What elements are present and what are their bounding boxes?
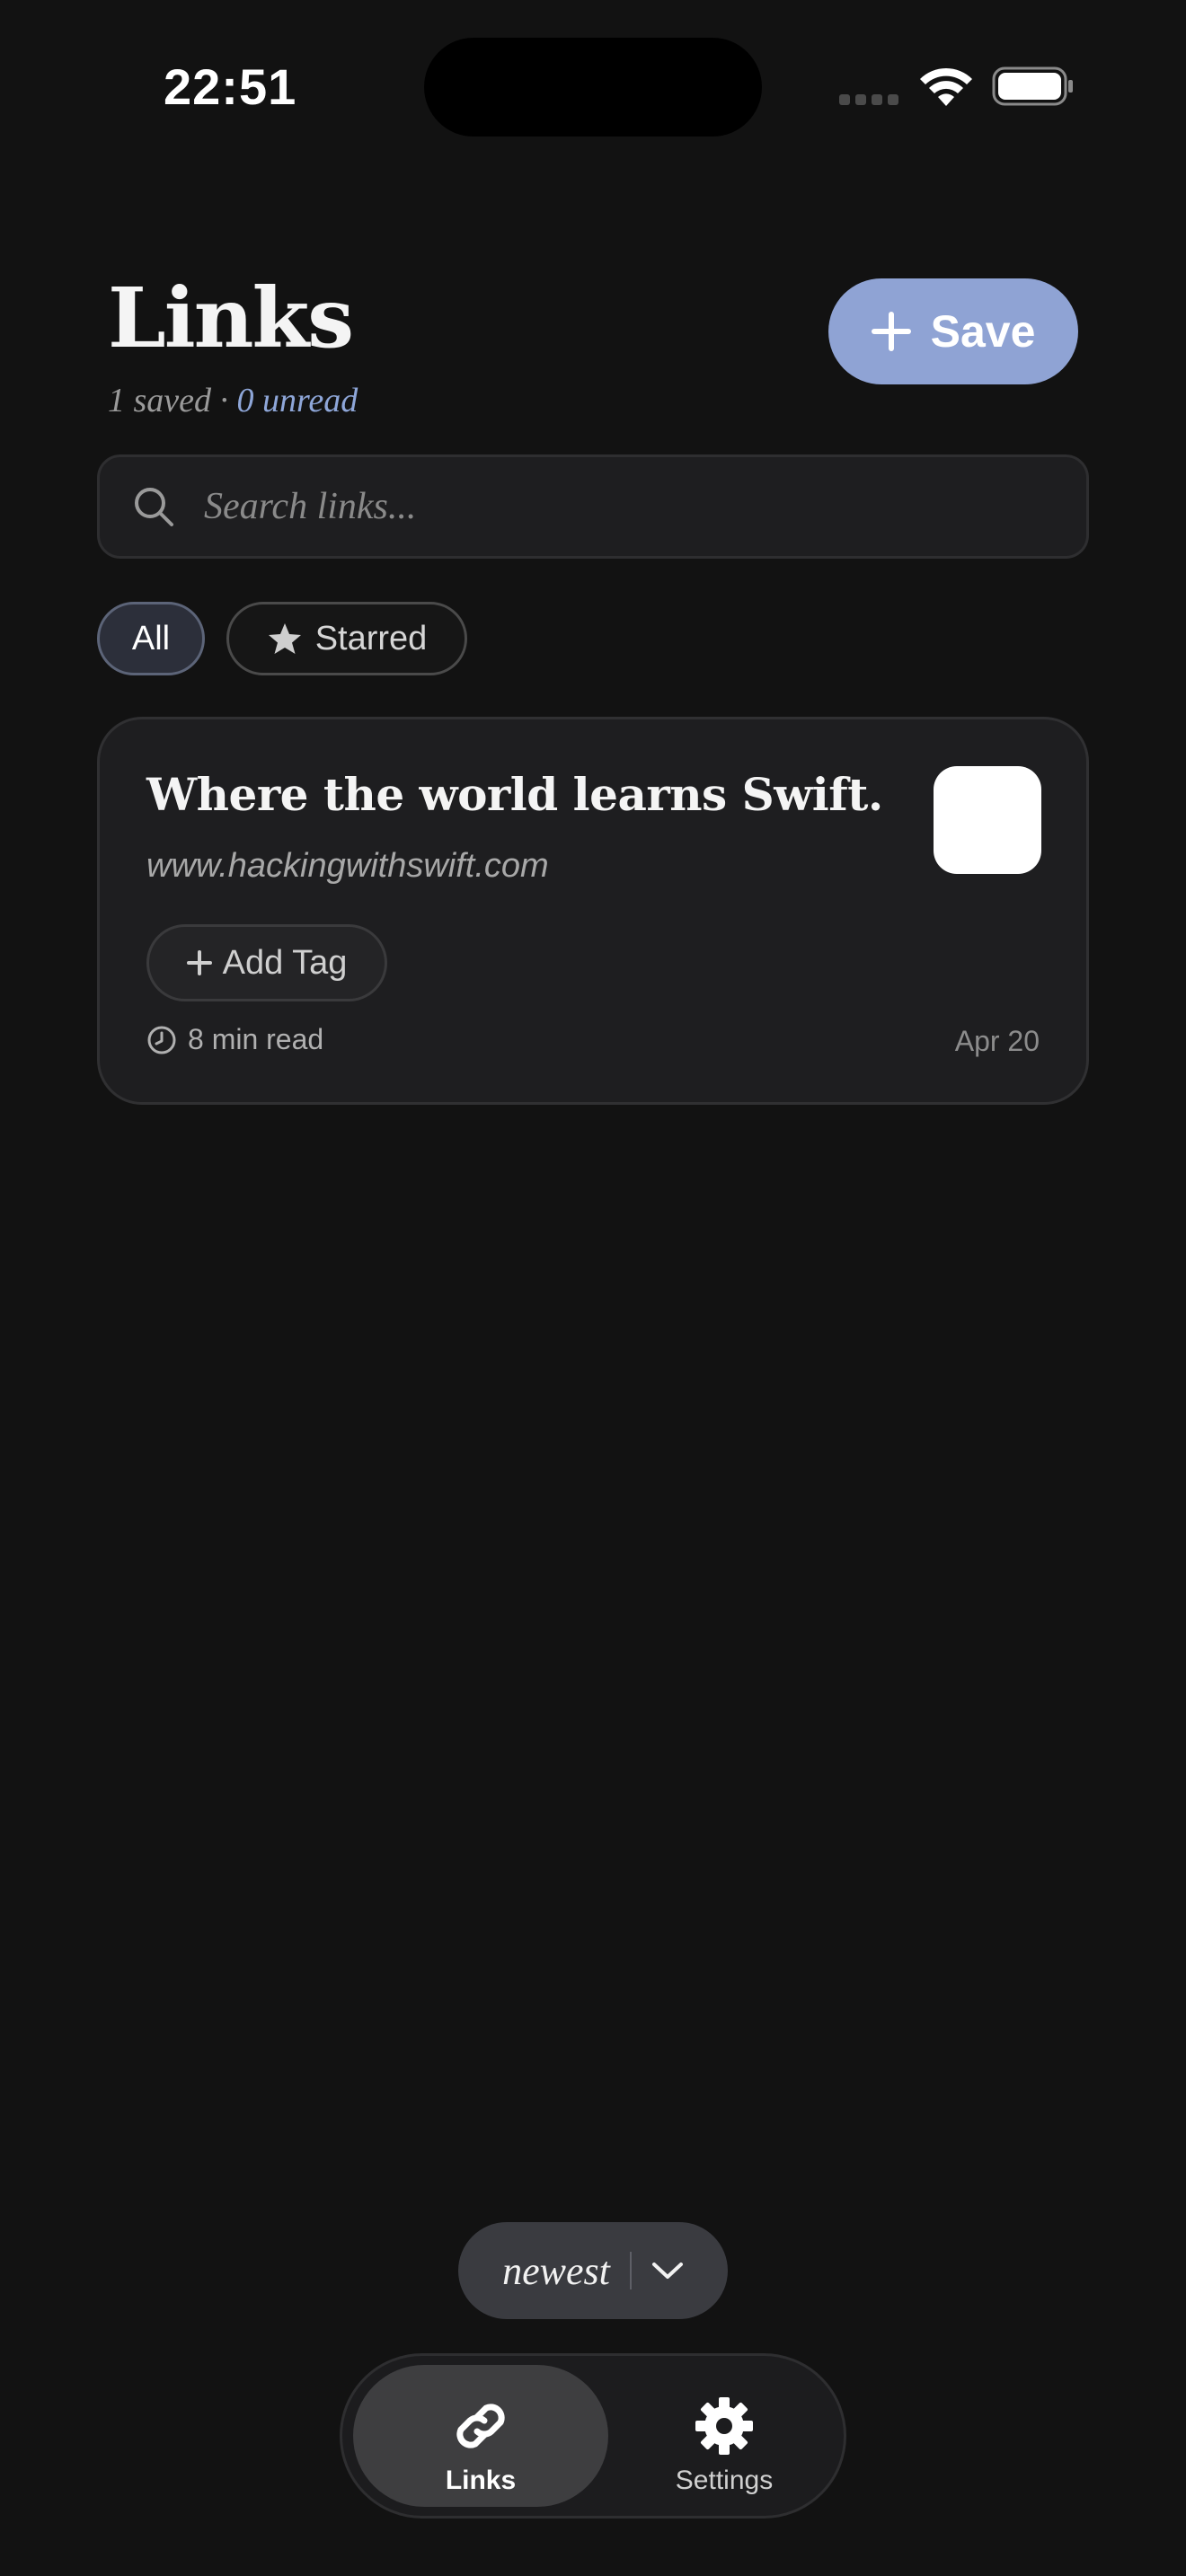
gear-icon bbox=[695, 2397, 753, 2455]
save-button-label: Save bbox=[930, 306, 1036, 357]
save-link-button[interactable]: Save bbox=[828, 278, 1078, 384]
link-card[interactable]: Where the world learns Swift. www.hackin… bbox=[97, 717, 1089, 1105]
link-url: www.hackingwithswift.com bbox=[146, 847, 549, 885]
battery-icon bbox=[992, 66, 1073, 106]
link-icon bbox=[456, 2404, 505, 2448]
star-icon bbox=[268, 623, 301, 654]
filter-all-chip[interactable]: All bbox=[97, 602, 205, 675]
read-time: 8 min read bbox=[146, 1023, 323, 1056]
page-title: Links bbox=[108, 269, 354, 366]
sort-divider bbox=[629, 2252, 632, 2289]
plus-icon bbox=[871, 312, 911, 351]
link-date: Apr 20 bbox=[954, 1025, 1040, 1057]
filter-starred-label: Starred bbox=[314, 619, 428, 657]
filter-all-label: All bbox=[131, 619, 171, 657]
read-time-label: 8 min read bbox=[188, 1023, 324, 1055]
chevron-down-icon bbox=[651, 2263, 683, 2279]
tab-settings[interactable]: Settings bbox=[612, 2365, 836, 2507]
link-thumbnail bbox=[934, 766, 1041, 874]
tab-links-label: Links bbox=[445, 2466, 517, 2495]
wifi-icon bbox=[920, 67, 972, 106]
sort-label: newest bbox=[502, 2248, 610, 2293]
links-screen: 22:51 Links 1 saved · 0 unread Save All … bbox=[0, 0, 1186, 2576]
tab-links[interactable]: Links bbox=[353, 2365, 608, 2507]
status-time: 22:51 bbox=[164, 58, 297, 115]
search-icon bbox=[135, 488, 173, 526]
tab-bar: Links Settings bbox=[340, 2353, 846, 2519]
link-title: Where the world learns Swift. bbox=[146, 768, 883, 821]
sort-dropdown[interactable]: newest bbox=[458, 2222, 728, 2319]
dynamic-island bbox=[424, 38, 762, 137]
plus-icon bbox=[186, 950, 212, 975]
tab-settings-label: Settings bbox=[675, 2466, 774, 2495]
cellular-signal-icon bbox=[839, 94, 898, 105]
add-tag-label: Add Tag bbox=[222, 943, 348, 982]
search-bar[interactable] bbox=[97, 454, 1089, 559]
link-stats: 1 saved · 0 unread bbox=[108, 381, 358, 420]
saved-count: 1 saved · bbox=[108, 382, 237, 419]
unread-count[interactable]: 0 unread bbox=[237, 382, 358, 419]
clock-icon bbox=[147, 1026, 176, 1054]
add-tag-button[interactable]: Add Tag bbox=[146, 924, 387, 1001]
filter-starred-chip[interactable]: Starred bbox=[226, 602, 467, 675]
search-input[interactable] bbox=[202, 484, 1011, 529]
